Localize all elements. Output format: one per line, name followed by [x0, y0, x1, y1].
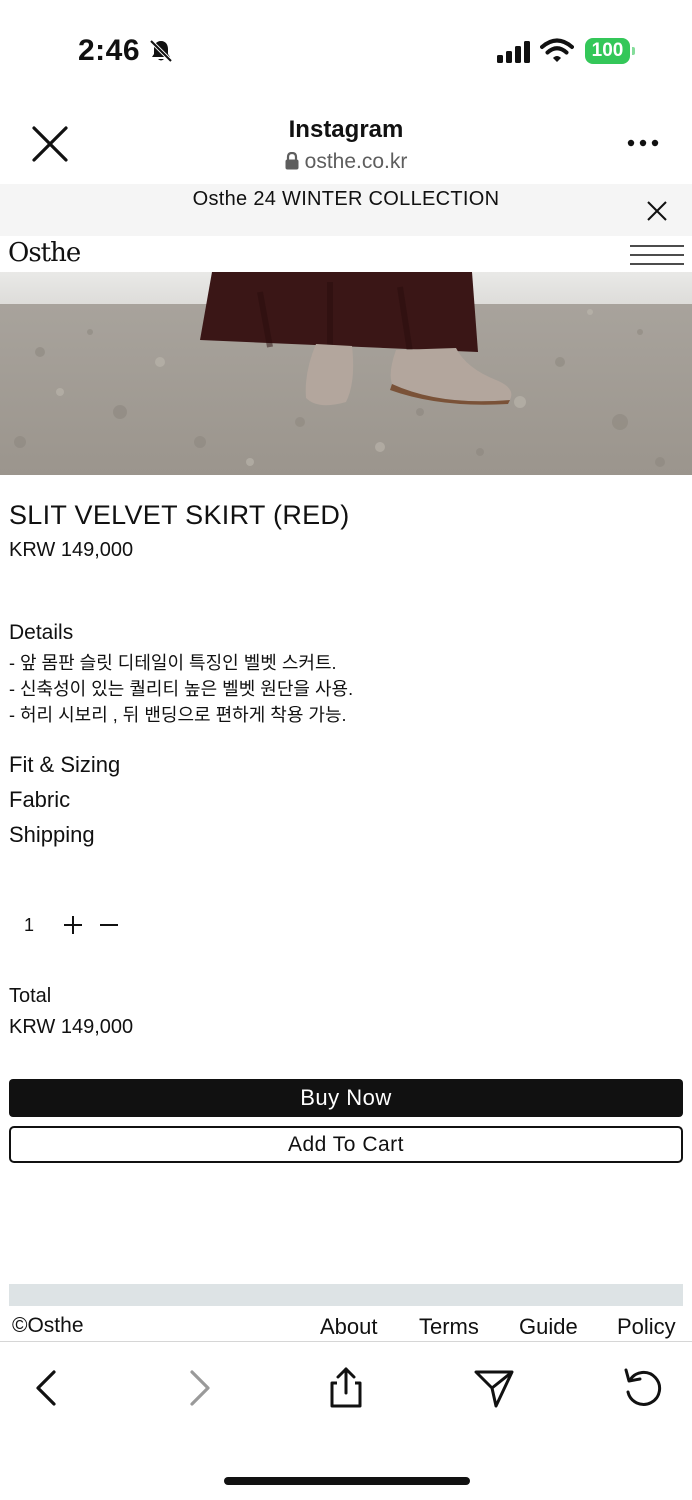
promo-text: Osthe 24 WINTER COLLECTION: [192, 188, 500, 210]
buy-now-button[interactable]: Buy Now: [9, 1079, 683, 1117]
plus-icon[interactable]: [62, 914, 84, 936]
send-icon[interactable]: [472, 1366, 516, 1410]
total-value: KRW 149,000: [9, 1016, 134, 1038]
url-text: osthe.co.kr: [304, 150, 408, 173]
add-to-cart-button[interactable]: Add To Cart: [9, 1126, 683, 1163]
details-list: - 앞 몸판 슬릿 디테일이 특징인 벨벳 스커트. - 신축성이 있는 퀄리티…: [9, 650, 353, 728]
footer-image-strip: [9, 1284, 683, 1306]
product-name: SLIT VELVET SKIRT (RED): [9, 500, 350, 530]
cellular-signal-icon: [497, 41, 530, 63]
copyright: ©Osthe: [12, 1314, 84, 1337]
footer-link-policy[interactable]: Policy: [617, 1314, 676, 1340]
menu-icon[interactable]: [630, 244, 684, 266]
bell-slash-icon: [149, 39, 173, 63]
minus-icon[interactable]: [98, 914, 120, 936]
battery-tip: [632, 47, 635, 55]
total-label: Total: [9, 985, 52, 1007]
back-icon[interactable]: [26, 1366, 70, 1410]
site-logo[interactable]: Osthe: [8, 238, 81, 268]
home-indicator: [224, 1477, 470, 1485]
product-photo: [0, 272, 692, 475]
battery-indicator: 100: [585, 38, 635, 64]
wifi-icon: [540, 38, 574, 62]
quantity-value: 1: [24, 915, 35, 935]
footer-link-terms[interactable]: Terms: [419, 1314, 479, 1340]
fit-sizing-link[interactable]: Fit & Sizing: [9, 752, 120, 778]
details-title: Details: [9, 621, 74, 644]
more-icon[interactable]: [626, 138, 660, 148]
shipping-link[interactable]: Shipping: [9, 822, 95, 848]
site-nav: Osthe: [0, 236, 692, 272]
promo-banner: Osthe 24 WINTER COLLECTION: [0, 184, 692, 236]
footer-link-guide[interactable]: Guide: [519, 1314, 578, 1340]
forward-icon[interactable]: [176, 1366, 220, 1410]
close-icon[interactable]: [646, 200, 668, 222]
product-image: [0, 272, 692, 475]
details-line: - 앞 몸판 슬릿 디테일이 특징인 벨벳 스커트.: [9, 653, 337, 673]
lock-icon: [285, 152, 299, 170]
battery-level: 100: [585, 38, 630, 64]
fabric-link[interactable]: Fabric: [9, 787, 70, 813]
status-time: 2:46: [78, 34, 141, 67]
browser-header: Instagram osthe.co.kr: [0, 100, 692, 184]
browser-url[interactable]: osthe.co.kr: [0, 150, 692, 174]
browser-title: Instagram: [288, 116, 404, 143]
share-icon[interactable]: [324, 1366, 368, 1410]
footer-link-about[interactable]: About: [320, 1314, 378, 1340]
details-line: - 허리 시보리 , 뒤 밴딩으로 편하게 착용 가능.: [9, 705, 347, 725]
status-bar: 2:46 100: [0, 0, 692, 100]
product-price: KRW 149,000: [9, 539, 134, 561]
details-line: - 신축성이 있는 퀄리티 높은 벨벳 원단을 사용.: [9, 679, 354, 699]
reload-icon[interactable]: [620, 1366, 664, 1410]
